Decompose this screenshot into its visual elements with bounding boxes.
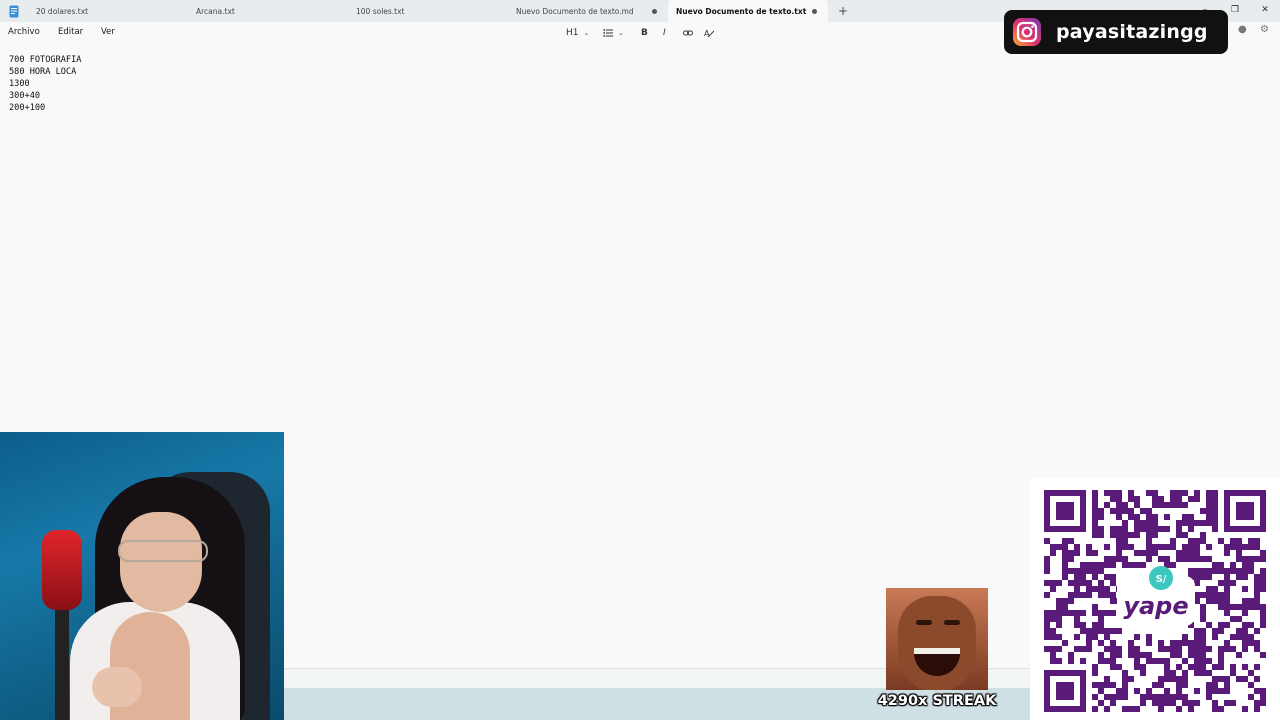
heading-dropdown[interactable]: H1 ⌄: [566, 26, 589, 40]
settings-icon[interactable]: ⚙: [1260, 24, 1269, 35]
new-tab-button[interactable]: +: [828, 0, 858, 22]
menu-ver[interactable]: Ver: [101, 27, 115, 37]
emote-eye: [916, 620, 932, 625]
text-editor[interactable]: 700 FOTOGRAFIA 580 HORA LOCA 1300 300+40…: [9, 54, 81, 114]
document-line: 1300: [9, 79, 30, 89]
mic-stand: [55, 602, 69, 720]
menu-archivo[interactable]: Archivo: [8, 27, 40, 37]
tab-label: Nuevo Documento de texto.md: [516, 6, 634, 16]
clear-format-icon: A: [704, 29, 714, 38]
tab-20-dolares[interactable]: 20 dolares.txt: [28, 0, 188, 22]
clear-formatting-button[interactable]: A: [704, 26, 714, 40]
document-line: 580 HORA LOCA: [9, 67, 77, 77]
microphone-icon: [42, 530, 82, 610]
yape-currency-badge: S/: [1156, 574, 1167, 585]
document-line: 200+100: [9, 103, 46, 113]
streamer-face: [120, 512, 202, 612]
document-line: 300+40: [9, 91, 41, 101]
tab-label: 20 dolares.txt: [36, 6, 89, 16]
bold-button[interactable]: B: [641, 26, 648, 40]
tab-arcana[interactable]: Arcana.txt: [188, 0, 348, 22]
laughing-emote: [886, 588, 988, 690]
emote-eye: [944, 620, 960, 625]
yape-brand-text: yape: [1123, 592, 1188, 620]
heading-label: H1: [566, 28, 579, 38]
unsaved-dot-icon[interactable]: [652, 9, 657, 14]
document-line: 700 FOTOGRAFIA: [9, 55, 82, 65]
yape-logo-icon: S/ yape: [1117, 566, 1195, 626]
instagram-overlay: payasitazingg: [1004, 10, 1228, 54]
link-button[interactable]: [683, 26, 693, 40]
list-dropdown[interactable]: ⌄: [603, 26, 624, 40]
bullet-list-icon: [603, 29, 613, 37]
webcam-overlay: [0, 432, 284, 720]
chevron-down-icon: ⌄: [583, 29, 590, 37]
instagram-icon: [1006, 11, 1048, 53]
menu-editar[interactable]: Editar: [58, 27, 83, 37]
toolbar-right-icons: ● ⚙: [1234, 24, 1280, 42]
unsaved-dot-icon[interactable]: [812, 9, 817, 14]
chevron-down-icon: ⌄: [618, 29, 624, 37]
notepad-app-icon: [0, 0, 28, 22]
streamer-hand: [92, 667, 142, 707]
glasses: [118, 540, 208, 562]
tab-label: 100 soles.txt: [356, 6, 405, 16]
tab-nuevo-documento-txt[interactable]: Nuevo Documento de texto.txt: [668, 0, 828, 22]
tab-nuevo-documento-md[interactable]: Nuevo Documento de texto.md: [508, 0, 668, 22]
account-icon[interactable]: ●: [1238, 24, 1247, 35]
instagram-handle: payasitazingg: [1056, 21, 1208, 43]
streak-counter: 4290x STREAK: [877, 693, 997, 709]
tab-label: Nuevo Documento de texto.txt: [676, 6, 807, 16]
close-button[interactable]: ✕: [1250, 0, 1280, 20]
svg-text:A: A: [704, 29, 710, 38]
link-icon: [683, 30, 693, 36]
italic-button[interactable]: I: [663, 26, 666, 40]
tab-100-soles[interactable]: 100 soles.txt: [348, 0, 508, 22]
tab-label: Arcana.txt: [196, 6, 235, 16]
